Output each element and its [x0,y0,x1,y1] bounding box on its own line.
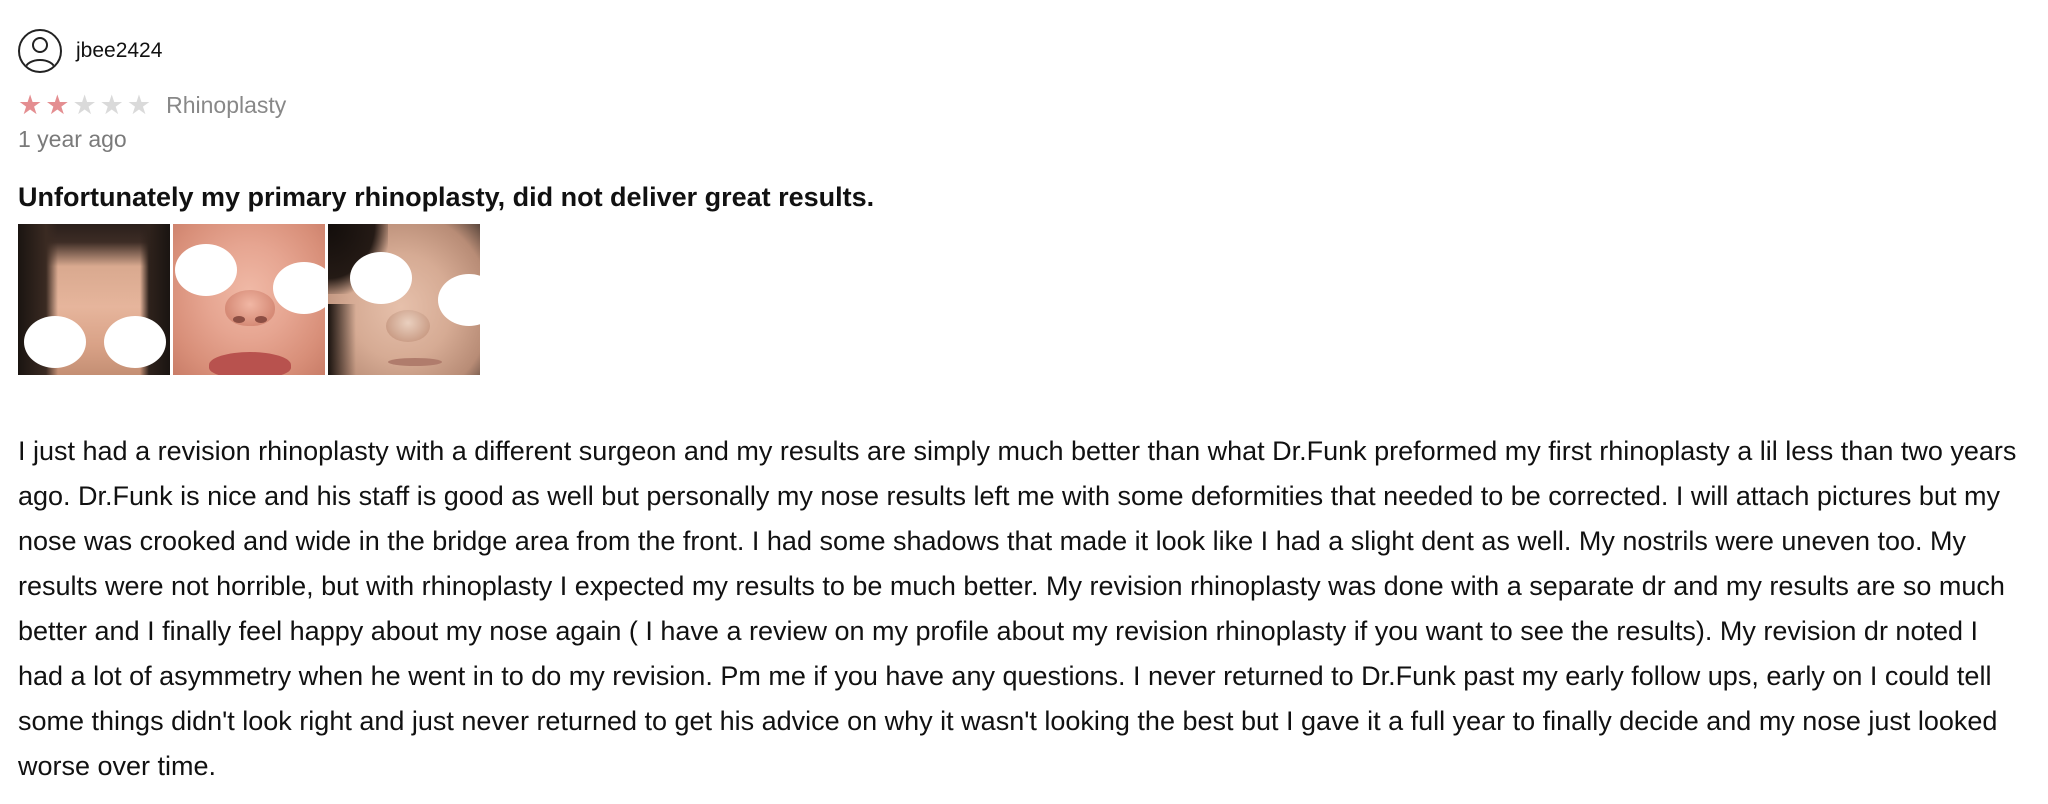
star-empty-icon: ★ [126,89,152,121]
star-rating: ★ ★ ★ ★ ★ [18,92,154,119]
review-title: Unfortunately my primary rhinoplasty, di… [18,182,875,212]
review-photos [18,224,2028,375]
review-body: I just had a revision rhinoplasty with a… [18,436,2017,781]
review-card: jbee2424 ★ ★ ★ ★ ★ Rhinoplasty 1 year ago Un… [18,28,2028,789]
star-filled-icon: ★ [45,89,70,121]
rating-row: ★ ★ ★ ★ ★ Rhinoplasty [18,90,2028,120]
review-timestamp: 1 year ago [18,126,127,152]
username[interactable]: jbee2424 [76,39,162,63]
user-avatar-icon[interactable] [18,29,62,73]
star-empty-icon: ★ [72,89,97,121]
review-photo-2[interactable] [173,224,325,375]
review-photo-3[interactable] [328,224,480,375]
review-author: jbee2424 [18,28,2028,74]
star-empty-icon: ★ [99,89,124,121]
star-filled-icon: ★ [18,89,43,121]
procedure-label: Rhinoplasty [166,91,287,118]
review-photo-1[interactable] [18,224,170,375]
